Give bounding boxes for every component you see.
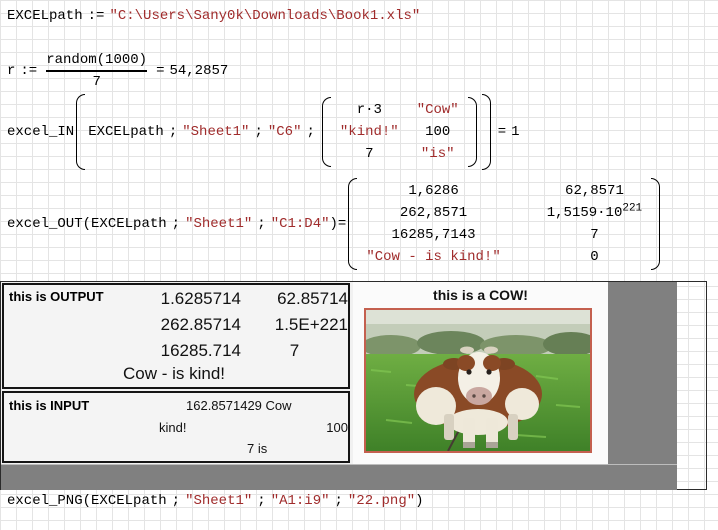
arg-path: EXCELpath	[88, 123, 164, 141]
close-paren	[482, 94, 491, 170]
cow-panel: this is a COW!	[353, 282, 608, 464]
worksheet-grid-canvas[interactable]: EXCELpath := "C:\Users\Sany0k\Downloads\…	[0, 0, 718, 530]
arg-range: "A1:i9"	[271, 492, 330, 510]
matrix-close-paren	[651, 178, 660, 270]
output-footer-text: Cow - is kind!	[4, 364, 344, 384]
matrix-open-paren	[348, 178, 357, 270]
arg-sheet: "Sheet1"	[182, 123, 249, 141]
arg-separator: ;	[172, 492, 180, 510]
result-value: 1	[511, 123, 519, 141]
matrix-cell: r·3	[357, 101, 382, 119]
matrix-cell: 62,8571	[565, 182, 624, 200]
matrix-cell: 16285,7143	[392, 226, 476, 244]
arg-filename: "22.png"	[348, 492, 415, 510]
variable-name: r	[7, 62, 15, 80]
table-cell: 1.5E+221	[241, 315, 348, 335]
table-cell: 62.85714	[241, 289, 348, 309]
matrix-cell: "Cow"	[417, 101, 459, 119]
matrix-cell: 0	[590, 248, 598, 266]
close-paren: )	[330, 215, 338, 233]
function-name: excel_IN	[7, 123, 74, 141]
arg-separator: ;	[169, 123, 177, 141]
string-literal-path: "C:\Users\Sany0k\Downloads\Book1.xls"	[109, 7, 420, 25]
result-value: 54,2857	[169, 62, 228, 80]
input-value: 162.8571429 Cow	[186, 398, 292, 413]
matrix-cell-exponent: 1,5159·10221	[547, 204, 642, 222]
matrix-cell: "kind!"	[340, 123, 399, 141]
table-cell: 262.85714	[100, 315, 241, 335]
arg-separator: ;	[335, 492, 343, 510]
open-paren: (	[83, 215, 91, 233]
input-value: kind!	[159, 420, 186, 435]
cow-panel-title: this is a COW!	[353, 287, 608, 303]
matrix-cell: 1,6286	[408, 182, 458, 200]
matrix-open-paren	[322, 97, 331, 167]
fraction: random(1000) 7	[46, 51, 147, 91]
fraction-numerator: random(1000)	[46, 51, 147, 69]
equation-excel-out[interactable]: excel_OUT ( EXCELpath ; "Sheet1" ; "C1:D…	[7, 175, 662, 273]
arg-range: "C1:D4"	[271, 215, 330, 233]
variable-name: EXCELpath	[7, 7, 83, 25]
excel-gray-backdrop-right	[608, 282, 677, 464]
matrix-cell: "Cow - is kind!"	[366, 248, 500, 266]
open-paren: (	[83, 492, 91, 510]
arg-sheet: "Sheet1"	[185, 492, 252, 510]
arg-separator: ;	[257, 492, 265, 510]
close-paren: )	[415, 492, 423, 510]
arg-separator: ;	[172, 215, 180, 233]
arg-cell: "C6"	[268, 123, 302, 141]
equation-r-definition[interactable]: r := random(1000) 7 = 54,2857	[7, 51, 228, 91]
matrix-cell: 262,8571	[400, 204, 467, 222]
equation-excel-in[interactable]: excel_IN EXCELpath ; "Sheet1" ; "C6" ; r…	[7, 94, 520, 170]
excel-gray-backdrop-bottom	[1, 464, 677, 490]
function-name: excel_PNG	[7, 492, 83, 510]
input-value: 7 is	[247, 441, 267, 456]
assign-operator: :=	[88, 7, 105, 25]
cow-photo	[364, 308, 592, 453]
embedded-excel-screenshot[interactable]: this is OUTPUT 1.6285714 62.85714 262.85…	[0, 281, 707, 490]
arg-path: EXCELpath	[91, 492, 167, 510]
equation-excel-png[interactable]: excel_PNG ( EXCELpath ; "Sheet1" ; "A1:i…	[7, 492, 424, 510]
arg-separator: ;	[306, 123, 314, 141]
equals-operator: =	[338, 215, 346, 233]
result-matrix: 1,6286 62,8571 262,8571 1,5159·10221 162…	[346, 175, 662, 273]
matrix-close-paren	[468, 97, 477, 167]
matrix-cell: "is"	[421, 145, 455, 163]
input-box-title: this is INPUT	[9, 398, 89, 413]
equals-operator: =	[498, 123, 506, 141]
equation-excelpath-definition[interactable]: EXCELpath := "C:\Users\Sany0k\Downloads\…	[7, 7, 420, 25]
input-matrix: r·3 "Cow" "kind!" 100 7 "is"	[320, 94, 479, 170]
excel-capture-area: this is OUTPUT 1.6285714 62.85714 262.85…	[1, 282, 677, 489]
equals-operator: =	[156, 62, 164, 80]
cow-illustration	[366, 310, 590, 451]
fraction-bar	[46, 70, 147, 72]
input-value: 100	[298, 420, 348, 435]
table-cell: 16285.714	[100, 341, 241, 361]
arg-path: EXCELpath	[91, 215, 167, 233]
arg-separator: ;	[254, 123, 262, 141]
table-cell: 7	[241, 341, 348, 361]
matrix-cell: 7	[590, 226, 598, 244]
fraction-denominator: 7	[92, 73, 100, 91]
output-box-title: this is OUTPUT	[9, 289, 104, 304]
excel-output-box: this is OUTPUT 1.6285714 62.85714 262.85…	[2, 283, 350, 389]
function-name: excel_OUT	[7, 215, 83, 233]
output-values-table: 1.6285714 62.85714 262.85714 1.5E+221 16…	[100, 286, 348, 364]
matrix-cell: 100	[425, 123, 450, 141]
assign-operator: :=	[20, 62, 37, 80]
matrix-cell: 7	[365, 145, 373, 163]
excel-input-box: this is INPUT 162.8571429 Cow kind! 100 …	[2, 391, 350, 463]
table-cell: 1.6285714	[100, 289, 241, 309]
arg-separator: ;	[257, 215, 265, 233]
arg-sheet: "Sheet1"	[185, 215, 252, 233]
open-paren	[76, 94, 85, 170]
